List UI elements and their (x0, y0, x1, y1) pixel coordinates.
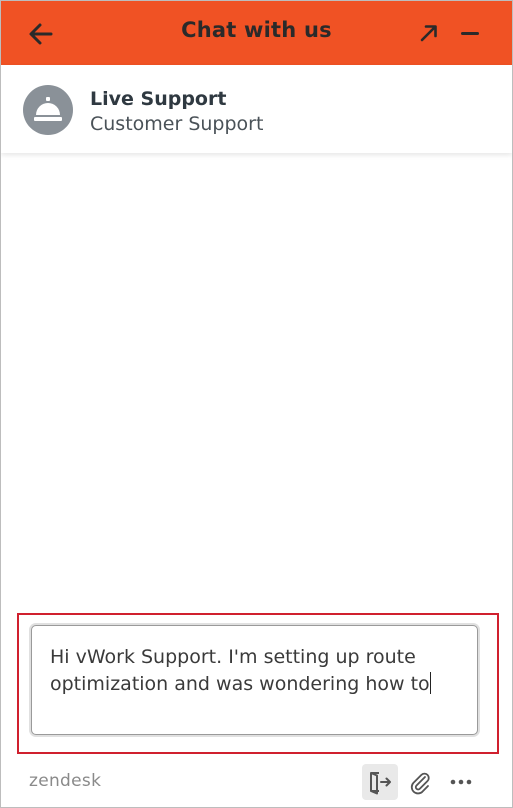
arrow-up-right-icon (420, 25, 437, 42)
attach-button[interactable] (406, 769, 434, 797)
agent-avatar (23, 85, 73, 135)
service-bell-icon (34, 97, 62, 121)
agent-role: Customer Support (90, 113, 264, 135)
paperclip-icon (410, 772, 430, 795)
minus-icon (461, 32, 479, 35)
more-options-button[interactable] (447, 769, 475, 797)
message-list[interactable] (1, 153, 512, 608)
end-chat-button[interactable] (362, 764, 398, 800)
more-options-icon (450, 779, 472, 785)
message-input-text: Hi vWork Support. I'm setting up route o… (50, 646, 430, 695)
chat-widget: Chat with us Live Support Customer Suppo… (0, 0, 513, 808)
minimize-button[interactable] (461, 32, 479, 35)
agent-info-bar: Live Support Customer Support (1, 65, 512, 153)
chat-header: Chat with us (1, 1, 512, 65)
end-chat-icon (370, 772, 391, 795)
agent-name: Live Support (90, 88, 227, 110)
text-caret (429, 672, 431, 694)
popout-button[interactable] (419, 23, 439, 43)
message-input[interactable]: Hi vWork Support. I'm setting up route o… (31, 625, 478, 735)
zendesk-brand: zendesk (29, 771, 102, 791)
chat-footer: zendesk (1, 757, 512, 807)
